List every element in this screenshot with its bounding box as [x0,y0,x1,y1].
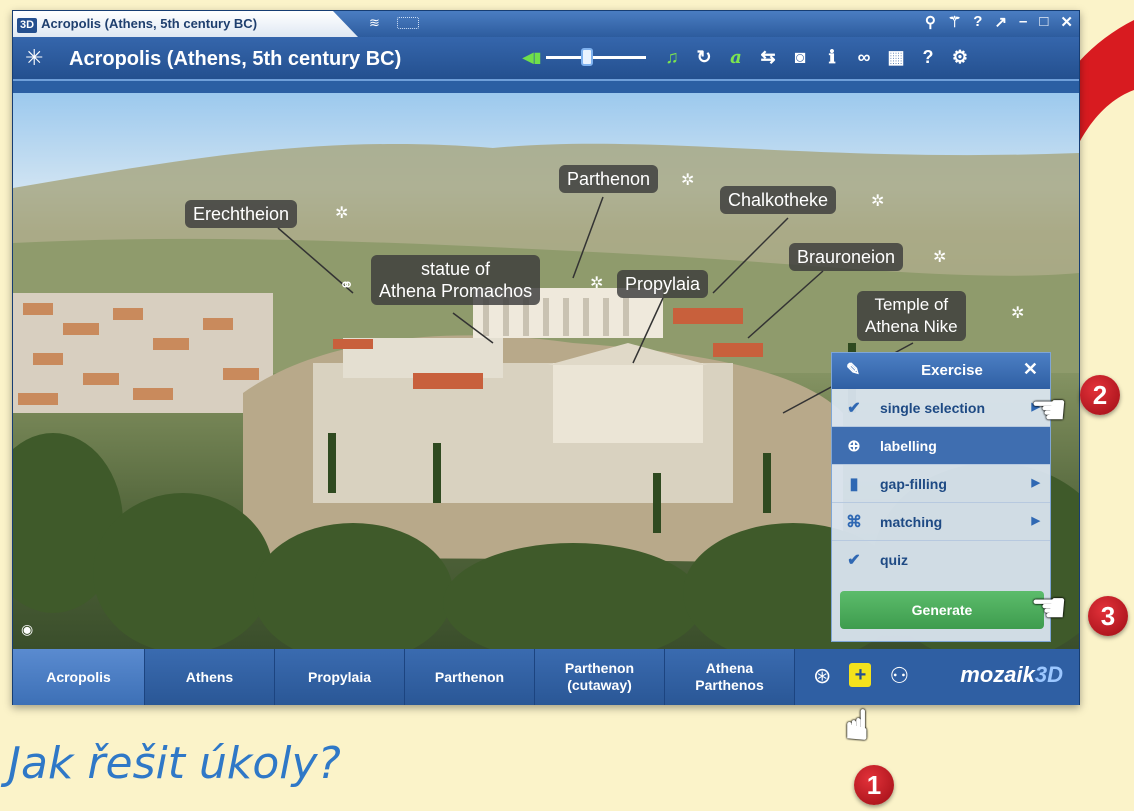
brand-logo: mozaik3D [960,662,1063,688]
exercise-item-quiz[interactable]: ✔ quiz [832,541,1050,579]
link-icon[interactable]: ∞ [848,47,880,68]
volume-track [546,56,646,59]
bottom-nav: Acropolis Athens Propylaia Parthenon Par… [13,649,1079,705]
share-icon[interactable]: ⚲ [925,13,936,31]
nav-tab-parthenon-cutaway[interactable]: Parthenon (cutaway) [535,649,665,705]
add-exercise-icon[interactable]: + [849,663,872,687]
page-caption: Jak řešit úkoly? [8,738,341,789]
matching-icon: ⌘ [846,514,862,531]
label-parthenon[interactable]: Parthenon [559,165,659,193]
label-athena-promachos[interactable]: statue of Athena Promachos [371,255,541,305]
text-box-icon: ▮ [849,476,859,493]
exercise-item-label: matching [880,514,943,530]
main-toolbar: ✳ Acropolis (Athens, 5th century BC) ◀▮ … [13,37,1079,81]
crosshair-icon: ⊕ [847,438,861,455]
step-badge-3: 3 [1088,596,1128,636]
restore-icon[interactable]: ↗ [994,13,1007,31]
label-erechtheion[interactable]: Erechtheion [185,200,298,228]
check-icon: ✔ [847,400,861,417]
label-athena-nike[interactable]: Temple of Athena Nike [857,291,966,341]
nav-tab-athens[interactable]: Athens [145,649,275,705]
compass-icon[interactable]: ◉ [21,621,33,638]
chevron-right-icon: ▶ [1031,515,1040,527]
brand-suffix: 3D [1034,662,1063,687]
exercise-header: ✎ Exercise ✕ [832,353,1050,389]
minimize-icon[interactable]: – [1019,13,1027,31]
nav-tab-acropolis[interactable]: Acropolis [13,649,145,705]
check-icon: ✔ [847,552,861,569]
maximize-icon[interactable]: □ [1039,13,1048,31]
help-icon[interactable]: ? [973,13,982,31]
step-badge-2: 2 [1080,375,1120,415]
pointing-hand-icon: ☚ [1030,584,1068,631]
label-star-icon: ✲ [681,172,695,189]
split-view-icon[interactable]: ⇆ [752,47,784,68]
help-icon[interactable]: ? [912,47,944,68]
chevron-right-icon: ▶ [1031,477,1040,489]
exercise-item-label: single selection [880,400,986,416]
keyboard-icon[interactable] [397,17,419,29]
exercise-item-matching[interactable]: ⌘ matching ▶ [832,503,1050,541]
label-star-icon: ✲ [590,275,604,292]
info-icon[interactable]: ℹ [816,47,848,68]
title-bar: 3D Acropolis (Athens, 5th century BC) ≋ ⚲… [13,11,1079,37]
exercise-item-single-selection[interactable]: ✔ single selection ▶ [832,389,1050,427]
window-title: Acropolis (Athens, 5th century BC) [41,16,258,31]
volume-icon[interactable]: ◀▮ [518,49,546,66]
pin-icon[interactable]: ⚚ [948,13,961,31]
close-icon[interactable]: ✕ [1023,359,1038,380]
toolbar-icons: ◀▮ ♫ ↻ a ⇆ ◙ ℹ ∞ ▦ ? ⚙ [518,46,976,68]
exercise-item-label: quiz [880,552,908,568]
3d-scene-view[interactable]: Erechtheion ✲ Parthenon ✲ Chalkotheke ✲ … [13,93,1079,649]
exercise-title: Exercise [921,362,983,379]
window-controls: ⚲ ⚚ ? ↗ – □ ✕ [925,13,1073,31]
exercise-item-gap-filling[interactable]: ▮ gap-filling ▶ [832,465,1050,503]
nav-tab-parthenon[interactable]: Parthenon [405,649,535,705]
exercise-panel: ✎ Exercise ✕ ✔ single selection ▶ ⊕ labe… [831,352,1051,642]
nav-tab-athena-parthenos[interactable]: Athena Parthenos [665,649,795,705]
label-propylaia[interactable]: Propylaia [617,270,709,298]
window-title-tab: 3D Acropolis (Athens, 5th century BC) [13,11,358,37]
bottom-nav-icons: ⊛ + ⚇ [813,663,909,689]
label-star-icon: ✲ [335,205,349,222]
settings-icon[interactable]: ⚙ [944,47,976,68]
pointing-hand-icon: ☚ [833,705,881,744]
app-logo: 3D [17,18,38,33]
label-chalkotheke[interactable]: Chalkotheke [720,186,837,214]
step-badge-1: 1 [854,765,894,805]
exercise-item-labelling[interactable]: ⊕ labelling [832,427,1050,465]
label-brauroneion[interactable]: Brauroneion [789,243,904,271]
grid-icon[interactable]: ▦ [880,47,912,68]
wifi-icon: ≋ [369,15,380,30]
nav-tab-propylaia[interactable]: Propylaia [275,649,405,705]
camera-icon[interactable]: ◙ [784,47,816,68]
exercise-item-label: gap-filling [880,476,947,492]
close-icon[interactable]: ✕ [1060,13,1073,31]
add-user-icon[interactable]: ⚇ [889,663,909,689]
volume-thumb[interactable] [581,48,594,66]
label-star-icon: ✲ [871,193,885,210]
music-icon[interactable]: ♫ [656,47,688,68]
link-icon: ⚭ [339,275,355,295]
exercise-item-label: labelling [880,438,937,454]
text-icon[interactable]: a [720,47,752,68]
reset-icon[interactable]: ↻ [688,47,720,68]
pointing-hand-icon: ☚ [1030,386,1068,433]
volume-slider[interactable] [546,46,646,68]
label-star-icon: ✲ [933,249,947,266]
generate-button[interactable]: Generate [840,591,1044,629]
app-title: Acropolis (Athens, 5th century BC) [69,48,402,70]
brand-main: mozaik [960,662,1035,687]
app-window: 3D Acropolis (Athens, 5th century BC) ≋ ⚲… [12,10,1080,705]
sparkle-icon: ✳ [25,45,44,70]
globe-icon[interactable]: ⊛ [813,663,831,689]
label-star-icon: ✲ [1011,305,1025,322]
